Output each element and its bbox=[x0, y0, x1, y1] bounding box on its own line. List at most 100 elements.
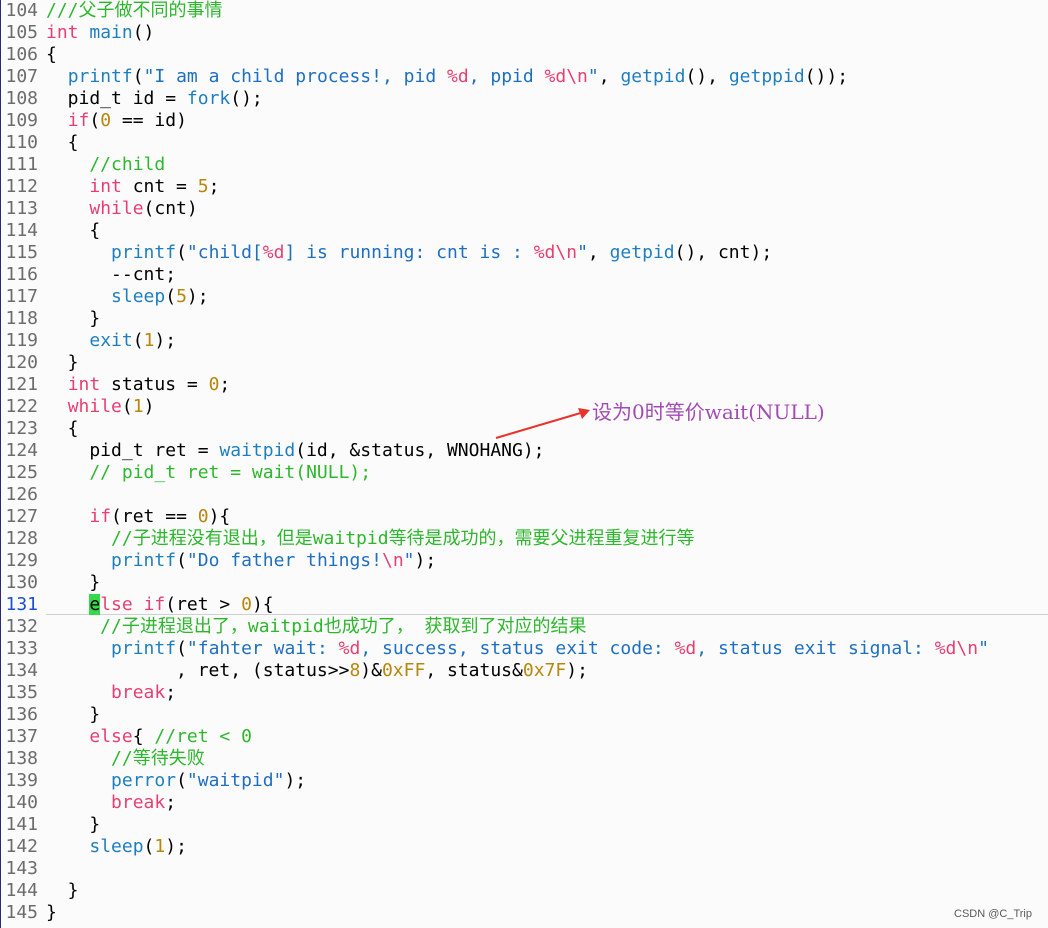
code-token: ( bbox=[176, 770, 187, 791]
line-code: break; bbox=[46, 682, 176, 703]
code-token: %d\n bbox=[544, 66, 588, 87]
code-line: 122 while(1) bbox=[0, 396, 154, 418]
code-token: ; bbox=[165, 682, 177, 703]
line-code: // pid_t ret = wait(NULL); bbox=[46, 462, 371, 483]
code-token: %d\n bbox=[934, 638, 979, 659]
code-token: else bbox=[89, 726, 133, 747]
code-token: "child[ bbox=[186, 242, 263, 263]
line-code: int main() bbox=[46, 22, 154, 43]
code-token: perror bbox=[111, 770, 177, 791]
code-token: printf bbox=[111, 242, 177, 263]
code-token: ; bbox=[208, 176, 220, 197]
code-token: ; bbox=[165, 792, 177, 813]
code-line: 108 pid_t id = fork(); bbox=[0, 88, 263, 110]
code-line: 127 if(ret == 0){ bbox=[0, 506, 230, 528]
code-token: while bbox=[89, 198, 144, 219]
line-number: 119 bbox=[5, 330, 38, 351]
line-number: 139 bbox=[5, 770, 38, 791]
code-token: printf bbox=[111, 638, 177, 659]
code-line: 139 perror("waitpid"); bbox=[0, 770, 306, 792]
line-number: 110 bbox=[5, 132, 38, 153]
code-token: { bbox=[46, 220, 101, 241]
code-line: 133 printf("fahter wait: %d, success, st… bbox=[0, 638, 988, 660]
code-token: " bbox=[577, 242, 588, 263]
line-number: 108 bbox=[5, 88, 38, 109]
code-token: ); bbox=[414, 550, 437, 571]
code-token: , status exit signal: bbox=[696, 638, 935, 659]
code-token: %d bbox=[674, 638, 697, 659]
code-token: // pid_t ret = wait(NULL); bbox=[46, 462, 372, 483]
line-number: 134 bbox=[5, 660, 38, 681]
code-token: //等待失败 bbox=[46, 748, 205, 769]
code-line: 104 ///父子做不同的事情 bbox=[0, 0, 223, 22]
code-token: //child bbox=[46, 154, 166, 175]
line-code: break; bbox=[46, 792, 176, 813]
code-token: printf bbox=[67, 66, 133, 87]
code-token: ); bbox=[165, 836, 187, 857]
code-token: (id, &status, WNOHANG); bbox=[295, 440, 545, 461]
code-line: 106 { bbox=[0, 44, 56, 66]
line-code: { bbox=[46, 220, 100, 241]
code-line: 136 } bbox=[0, 704, 100, 726]
line-code: } bbox=[46, 572, 100, 593]
code-token: printf bbox=[111, 550, 177, 571]
line-number: 145 bbox=[5, 902, 38, 923]
line-number: 109 bbox=[5, 110, 38, 131]
line-code: if(ret == 0){ bbox=[46, 506, 230, 527]
code-editor[interactable]: 104///父子做不同的事情 105 int main() 106{107 print… bbox=[0, 0, 1048, 928]
code-line: 131 else if(ret > 0){ bbox=[0, 594, 274, 616]
code-line: 132 //子进程退出了，waitpid也成功了， 获取到了对应的结果 bbox=[0, 616, 587, 638]
code-token: () bbox=[132, 22, 155, 43]
code-token: pid_t id = bbox=[46, 88, 187, 109]
code-line: 105 int main() bbox=[0, 22, 154, 44]
code-token: ){ bbox=[251, 594, 274, 615]
line-number: 126 bbox=[5, 484, 38, 505]
code-token: (); bbox=[230, 88, 263, 109]
code-line: 128 //子进程没有退出，但是waitpid等待是成功的，需要父进程重复进行等 bbox=[0, 528, 694, 550]
code-line: 125 // pid_t ret = wait(NULL); bbox=[0, 462, 371, 484]
line-number: 118 bbox=[5, 308, 38, 329]
code-token: cnt = bbox=[121, 176, 198, 197]
line-number: 120 bbox=[5, 352, 38, 373]
code-line: 112 int cnt = 5; bbox=[0, 176, 219, 198]
line-code: { bbox=[46, 418, 79, 439]
code-line: 141 } bbox=[0, 814, 100, 836]
line-number: 123 bbox=[5, 418, 38, 439]
code-token: " bbox=[587, 66, 599, 87]
code-line: 117 sleep(5); bbox=[0, 286, 209, 308]
line-number: 137 bbox=[5, 726, 38, 747]
code-token: ( bbox=[176, 638, 187, 659]
line-code: sleep(5); bbox=[46, 286, 209, 307]
code-line: 119 exit(1); bbox=[0, 330, 176, 352]
line-number: 132 bbox=[5, 616, 38, 637]
code-token: 0 bbox=[197, 506, 209, 527]
line-code: } bbox=[46, 308, 100, 329]
line-number: 144 bbox=[5, 880, 38, 901]
code-line: 110 { bbox=[0, 132, 78, 154]
line-number: 125 bbox=[5, 462, 38, 483]
code-line: 135 break; bbox=[0, 682, 176, 704]
code-line: 130 } bbox=[0, 572, 100, 594]
code-token: 0 bbox=[100, 110, 112, 131]
line-code: } bbox=[46, 814, 100, 835]
line-code: while(cnt) bbox=[46, 198, 197, 219]
code-token: ); bbox=[186, 286, 209, 307]
line-number: 143 bbox=[5, 858, 38, 879]
code-token: ) bbox=[143, 396, 155, 417]
code-token: ///父子做不同的事情 bbox=[46, 0, 223, 21]
line-code: } bbox=[46, 352, 79, 373]
line-code: //等待失败 bbox=[46, 748, 205, 769]
code-token: , bbox=[587, 242, 610, 263]
code-token: 也成功了， 获取到了对应的结果 bbox=[323, 616, 587, 637]
code-token: main bbox=[89, 22, 133, 43]
code-line: 134 , ret, (status>>8)&0xFF, status&0x7F… bbox=[0, 660, 587, 682]
line-number: 127 bbox=[5, 506, 38, 527]
